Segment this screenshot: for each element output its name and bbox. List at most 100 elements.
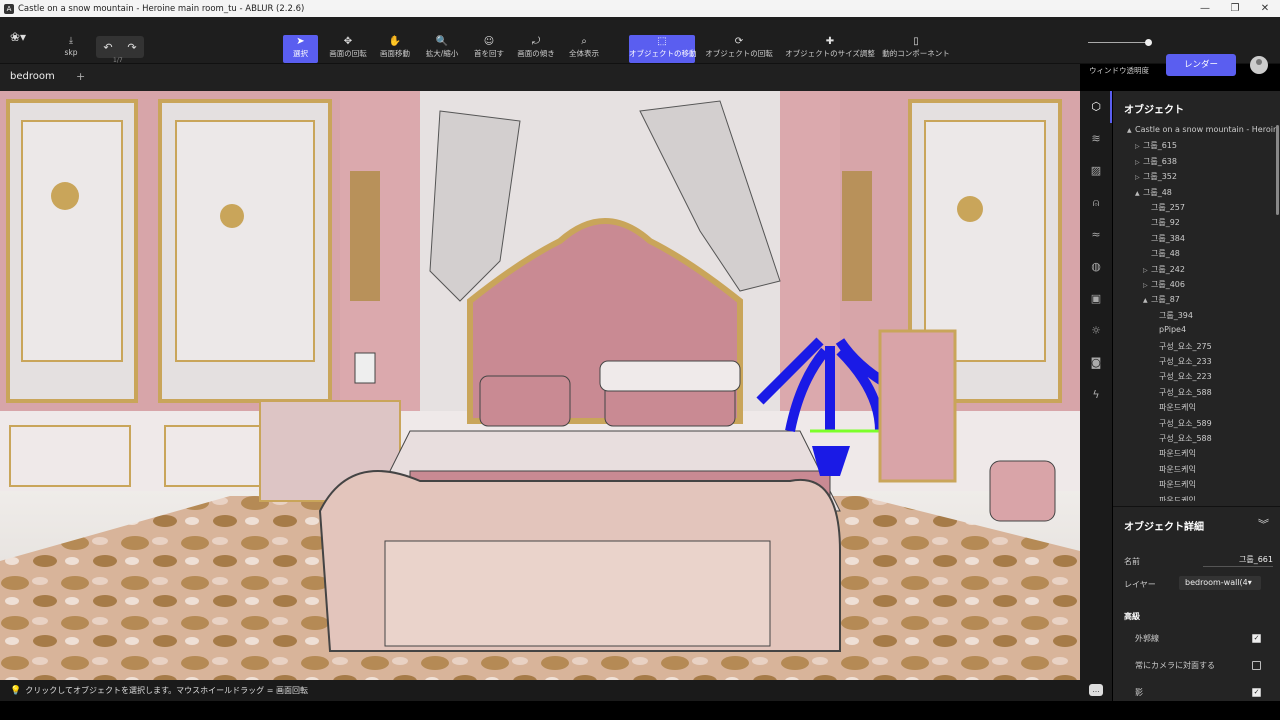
tree-item[interactable]: ▷ 그룹_406 [1143, 279, 1185, 294]
tool-select-button[interactable]: ➤ 選択 [283, 35, 318, 63]
tree-item[interactable]: 파운드케익 [1159, 464, 1196, 479]
tree-item[interactable]: 파운드케익 [1159, 479, 1196, 494]
tree-item-label: 구성_요소_275 [1159, 341, 1212, 351]
cube-icon[interactable]: ⬡ [1088, 99, 1104, 115]
tree-item[interactable]: 구성_요소_589 [1159, 418, 1212, 433]
tool-label: 選択 [293, 49, 308, 58]
person-icon[interactable]: ⍝ [1088, 195, 1104, 211]
camera-icon[interactable]: ◙ [1088, 355, 1104, 371]
expanded-arrow-icon[interactable]: ▲ [1143, 297, 1151, 304]
tool-fit-all-button[interactable]: ⌕ 全体表示 [566, 35, 602, 63]
tree-item-label: pPipe4 [1159, 325, 1187, 335]
tab-bedroom[interactable]: bedroom [10, 71, 55, 82]
avatar[interactable] [1250, 56, 1268, 74]
expanded-arrow-icon[interactable]: ▲ [1135, 190, 1143, 197]
collapsed-arrow-icon[interactable]: ▷ [1135, 159, 1143, 166]
tool-move-object-button[interactable]: ⬚ オブジェクトの移動 [629, 35, 697, 63]
tool-rotate-button[interactable]: ✥ 画面の回転 [328, 35, 368, 63]
redo-icon[interactable]: ↷ [127, 41, 136, 54]
tree-item[interactable]: ▲ Castle on a snow mountain - Heroine [1127, 125, 1276, 140]
tree-item[interactable]: ▲ 그룹_87 [1143, 294, 1180, 309]
tree-item[interactable]: 그룹_384 [1151, 233, 1185, 248]
tree-item-label: 파운드케익 [1159, 449, 1196, 459]
tree-item[interactable]: 그룹_92 [1151, 217, 1180, 232]
chat-icon[interactable]: … [1089, 684, 1103, 696]
tree-item[interactable]: ▷ 그룹_352 [1135, 171, 1177, 186]
sun-icon[interactable]: ☼ [1088, 323, 1104, 339]
tree-item[interactable]: ▷ 그룹_242 [1143, 264, 1185, 279]
tool-pan-button[interactable]: ✋ 画面移動 [378, 35, 412, 63]
tree-item[interactable]: 그룹_394 [1159, 310, 1193, 325]
skp-import-button[interactable]: ⤓ skp [58, 36, 84, 57]
layers-icon[interactable]: ≋ [1088, 131, 1104, 147]
details-title: オブジェクト詳細 [1124, 522, 1204, 533]
maximize-button[interactable]: ❐ [1220, 0, 1250, 17]
expanded-arrow-icon[interactable]: ▲ [1127, 127, 1135, 134]
name-field[interactable]: 그룹_661 [1203, 554, 1273, 567]
option-checkbox[interactable]: ✓ [1252, 688, 1261, 697]
tool-label: 画面移動 [380, 49, 410, 58]
tool-turn-head-button[interactable]: ☺ 首を回す [472, 35, 506, 63]
tool-zoom-button[interactable]: 🔍 拡大/縮小 [424, 35, 460, 63]
material-icon[interactable]: ▨ [1088, 163, 1104, 179]
tree-item[interactable]: 구성_요소_588 [1159, 433, 1212, 448]
layer-label: レイヤー [1124, 580, 1156, 589]
minimize-button[interactable]: — [1190, 0, 1220, 17]
tree-item-label: 그룹_615 [1143, 141, 1177, 151]
tree-item[interactable]: 파운드케익 [1159, 448, 1196, 463]
tree-item[interactable]: 구성_요소_223 [1159, 371, 1212, 386]
wind-icon[interactable]: ≈ [1088, 227, 1104, 243]
option-label: 外郭線 [1135, 634, 1159, 643]
tree-item-label: 그룹_242 [1151, 264, 1185, 274]
option-checkbox[interactable]: ✓ [1252, 634, 1261, 643]
collapsed-arrow-icon[interactable]: ▷ [1143, 267, 1151, 274]
tree-item[interactable]: 구성_요소_275 [1159, 341, 1212, 356]
outliner-tree[interactable]: ▲ Castle on a snow mountain - Heroine ▷ 그룹_… [1113, 125, 1276, 501]
collapsed-arrow-icon[interactable]: ▷ [1143, 282, 1151, 289]
tree-item[interactable]: ▷ 그룹_638 [1135, 156, 1177, 171]
bottom-strip [0, 701, 1280, 720]
3d-viewport[interactable] [0, 91, 1080, 680]
scale-object-icon: ✚ [825, 36, 835, 47]
option-checkbox[interactable] [1252, 661, 1261, 670]
globe-icon[interactable]: ◍ [1088, 259, 1104, 275]
tree-item[interactable]: 파운드케익 [1159, 495, 1196, 501]
layer-select[interactable]: bedroom-wall(4▾ [1179, 576, 1261, 590]
tree-item[interactable]: 구성_요소_588 [1159, 387, 1212, 402]
collapsed-arrow-icon[interactable]: ▷ [1135, 143, 1143, 150]
collapse-icon[interactable]: ︾ [1258, 516, 1269, 532]
tree-item[interactable]: pPipe4 [1159, 325, 1186, 340]
close-button[interactable]: ✕ [1250, 0, 1280, 17]
tool-rotate-object-button[interactable]: ⟳ オブジェクトの回転 [705, 35, 773, 63]
panel-divider [1113, 506, 1280, 507]
tree-item[interactable]: 구성_요소_233 [1159, 356, 1212, 371]
render-button[interactable]: レンダー [1166, 54, 1236, 76]
tool-label: 画面の傾き [517, 49, 555, 58]
tree-item[interactable]: 그룹_257 [1151, 202, 1185, 217]
outliner-scrollbar[interactable] [1276, 125, 1279, 215]
tree-item[interactable]: ▷ 그룹_615 [1135, 140, 1177, 155]
tool-dynamic-component-button[interactable]: ▯ 動的コンポーネント [881, 35, 951, 63]
tool-tilt-button[interactable]: ⤾ 画面の傾き [516, 35, 556, 63]
tree-item[interactable]: 그룹_48 [1151, 248, 1180, 263]
tree-item[interactable]: ▲ 그룹_48 [1135, 187, 1172, 202]
lightning-icon[interactable]: ϟ [1088, 387, 1104, 403]
transparency-slider[interactable] [1088, 39, 1154, 51]
tree-item[interactable]: 파운드케익 [1159, 402, 1196, 417]
undo-icon[interactable]: ↶ [103, 41, 112, 54]
tree-item-label: 파운드케익 [1159, 480, 1196, 490]
rotate-icon: ✥ [343, 36, 353, 47]
tree-item-label: 그룹_406 [1151, 280, 1185, 289]
dynamic-component-icon: ▯ [913, 36, 919, 47]
slider-handle[interactable] [1145, 39, 1152, 46]
tree-item-label: 그룹_48 [1143, 187, 1172, 197]
image-icon[interactable]: ▣ [1088, 291, 1104, 307]
app-menu-icon[interactable]: ❀▾ [10, 30, 32, 48]
collapsed-arrow-icon[interactable]: ▷ [1135, 174, 1143, 181]
active-panel-indicator [1110, 91, 1112, 123]
tool-label: オブジェクトの移動 [629, 49, 697, 58]
tool-scale-object-button[interactable]: ✚ オブジェクトのサイズ調整 [783, 35, 877, 63]
tree-item-label: 그룹_87 [1151, 295, 1180, 305]
tilt-icon: ⤾ [531, 36, 541, 47]
add-tab-button[interactable]: + [76, 70, 85, 83]
